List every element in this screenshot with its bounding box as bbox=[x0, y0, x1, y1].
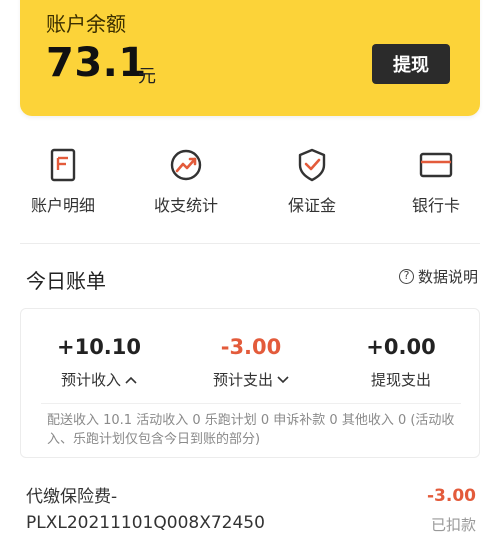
stat-withdraw: +0.00 提现支出 bbox=[326, 335, 476, 390]
stat-withdraw-caption: 提现支出 bbox=[371, 369, 431, 390]
chevron-up-icon bbox=[125, 376, 137, 384]
transaction-title: 代缴保险费- PLXL20211101Q008X72450 bbox=[26, 487, 265, 533]
stat-income: +10.10 预计收入 bbox=[24, 335, 174, 390]
quick-item-label: 银行卡 bbox=[411, 196, 460, 215]
account-detail-icon bbox=[50, 148, 76, 182]
balance-unit: 元 bbox=[138, 66, 156, 87]
stat-expense-label: 预计支出 bbox=[212, 371, 273, 389]
quick-item-account-detail[interactable]: 账户明细 bbox=[8, 142, 118, 222]
stat-withdraw-label: 提现支出 bbox=[370, 371, 431, 389]
today-summary-card: +10.10 预计收入 -3.00 预计支出 +0.00 提现支出 配送收入 1… bbox=[20, 308, 480, 458]
bank-card-icon bbox=[419, 152, 453, 178]
transaction-status: 已扣款 bbox=[430, 516, 476, 533]
stat-withdraw-value: +0.00 bbox=[366, 335, 436, 359]
divider bbox=[20, 243, 480, 244]
data-help-label: 数据说明 bbox=[417, 268, 478, 286]
chevron-down-icon bbox=[277, 375, 289, 383]
question-icon: ? bbox=[398, 269, 414, 284]
stat-income-value: +10.10 bbox=[56, 335, 142, 359]
quick-item-label: 账户明细 bbox=[30, 196, 95, 215]
stat-expense-value: -3.00 bbox=[220, 335, 282, 359]
summary-note: 配送收入 10.1 活动收入 0 乐跑计划 0 申诉补款 0 其他收入 0 (活… bbox=[47, 413, 455, 447]
quick-item-bank-card[interactable]: 银行卡 bbox=[381, 142, 491, 222]
balance-card: 账户余额 73.1 元 提现 bbox=[20, 0, 480, 116]
deposit-shield-icon bbox=[298, 148, 326, 182]
balance-label: 账户余额 bbox=[46, 12, 126, 36]
stat-income-label: 预计收入 bbox=[60, 371, 121, 389]
transaction-row[interactable]: 代缴保险费- PLXL20211101Q008X72450 -3.00 已扣款 bbox=[0, 470, 500, 533]
balance-amount: 73.1 bbox=[46, 40, 147, 86]
withdraw-button[interactable]: 提现 bbox=[372, 44, 450, 84]
section-title-today-bill: 今日账单 bbox=[26, 269, 106, 293]
transaction-amount: -3.00 bbox=[427, 486, 476, 506]
stat-expense: -3.00 预计支出 bbox=[176, 335, 326, 390]
quick-item-label: 收支统计 bbox=[153, 196, 218, 215]
quick-menu: 账户明细 收支统计 保证金 银行卡 bbox=[0, 142, 500, 222]
stat-income-toggle[interactable]: 预计收入 bbox=[61, 369, 137, 390]
data-help-link[interactable]: ? 数据说明 bbox=[398, 266, 478, 287]
quick-item-statistics[interactable]: 收支统计 bbox=[131, 142, 241, 222]
quick-item-deposit[interactable]: 保证金 bbox=[257, 142, 367, 222]
quick-item-label: 保证金 bbox=[287, 196, 336, 215]
statistics-icon bbox=[170, 149, 202, 181]
divider bbox=[41, 403, 461, 404]
stat-expense-toggle[interactable]: 预计支出 bbox=[213, 369, 289, 390]
